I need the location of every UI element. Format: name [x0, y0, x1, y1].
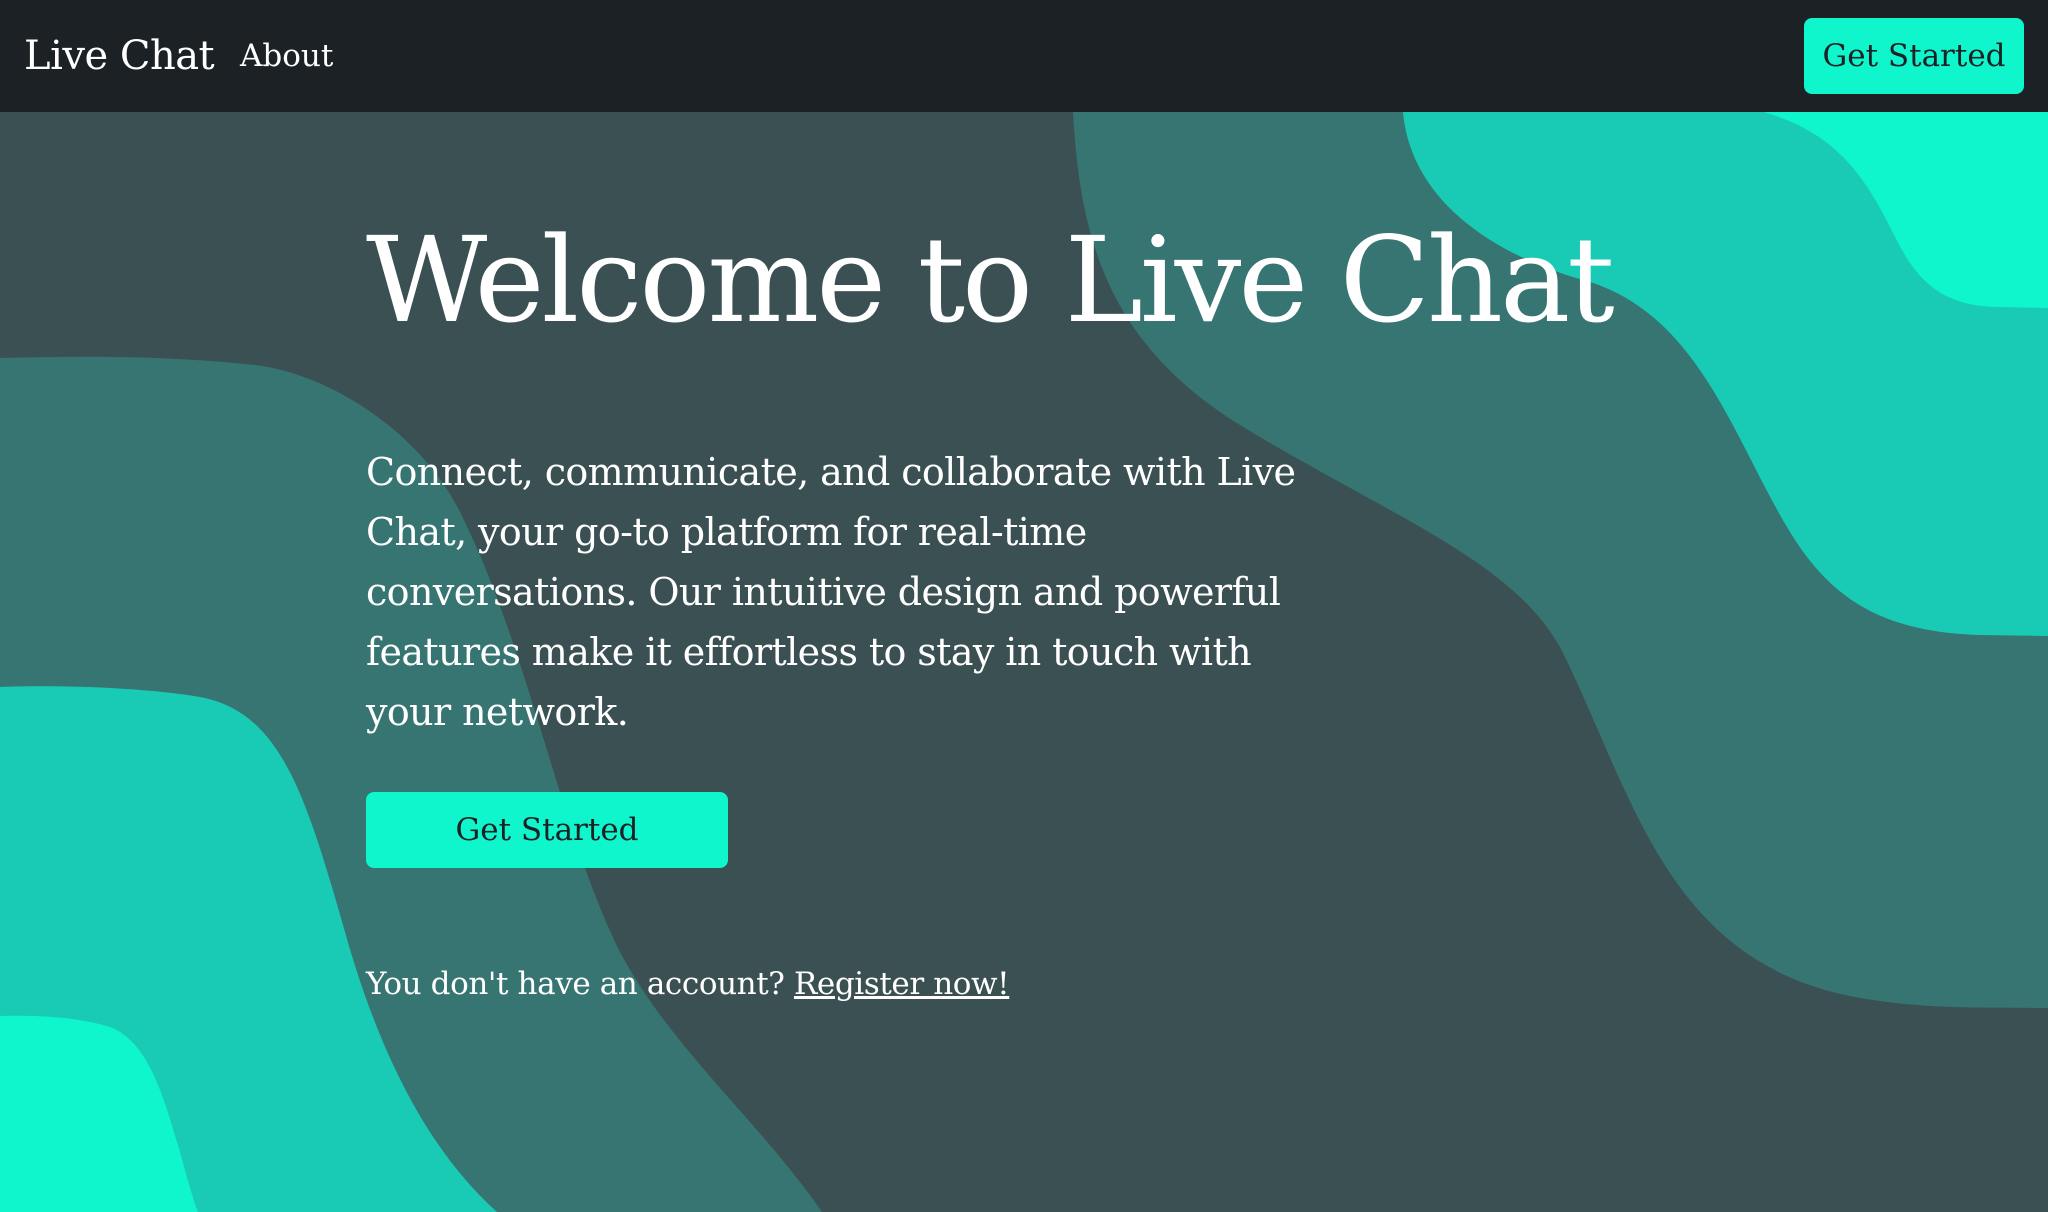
brand-logo-link[interactable]: Live Chat	[24, 30, 215, 82]
navbar-get-started-button[interactable]: Get Started	[1804, 18, 2024, 94]
register-prompt-text: You don't have an account?	[366, 966, 785, 1002]
hero-get-started-button[interactable]: Get Started	[366, 792, 728, 868]
register-prompt: You don't have an account? Register now!	[366, 964, 1010, 1004]
register-now-link[interactable]: Register now!	[794, 966, 1010, 1002]
hero-title: Welcome to Live Chat	[366, 211, 1615, 349]
navbar: Live Chat About Get Started	[0, 0, 2048, 112]
hero-description: Connect, communicate, and collaborate wi…	[366, 450, 1296, 734]
nav-link-about[interactable]: About	[240, 36, 333, 76]
hero-section: Welcome to Live Chat Connect, communicat…	[0, 112, 2048, 1212]
